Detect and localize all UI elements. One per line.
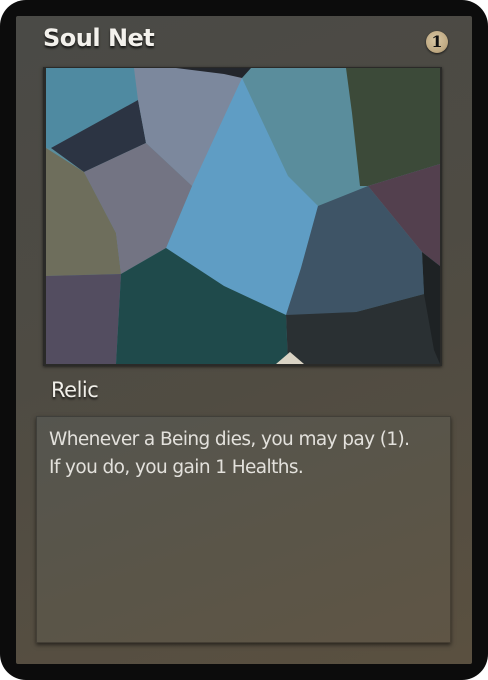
rules-text-line: Whenever a Being dies, you may pay (1). — [49, 429, 410, 450]
card-type: Relic — [51, 378, 99, 402]
card-art — [43, 67, 442, 366]
card[interactable]: Soul Net 1 Relic Whenever a Being dies, … — [0, 0, 488, 680]
voronoi-art-image — [46, 68, 440, 364]
rules-text-line: If you do, you gain 1 Healths. — [49, 457, 304, 478]
cost-badge: 1 — [426, 31, 448, 53]
rules-text-box — [36, 416, 451, 643]
card-title: Soul Net — [43, 24, 155, 52]
